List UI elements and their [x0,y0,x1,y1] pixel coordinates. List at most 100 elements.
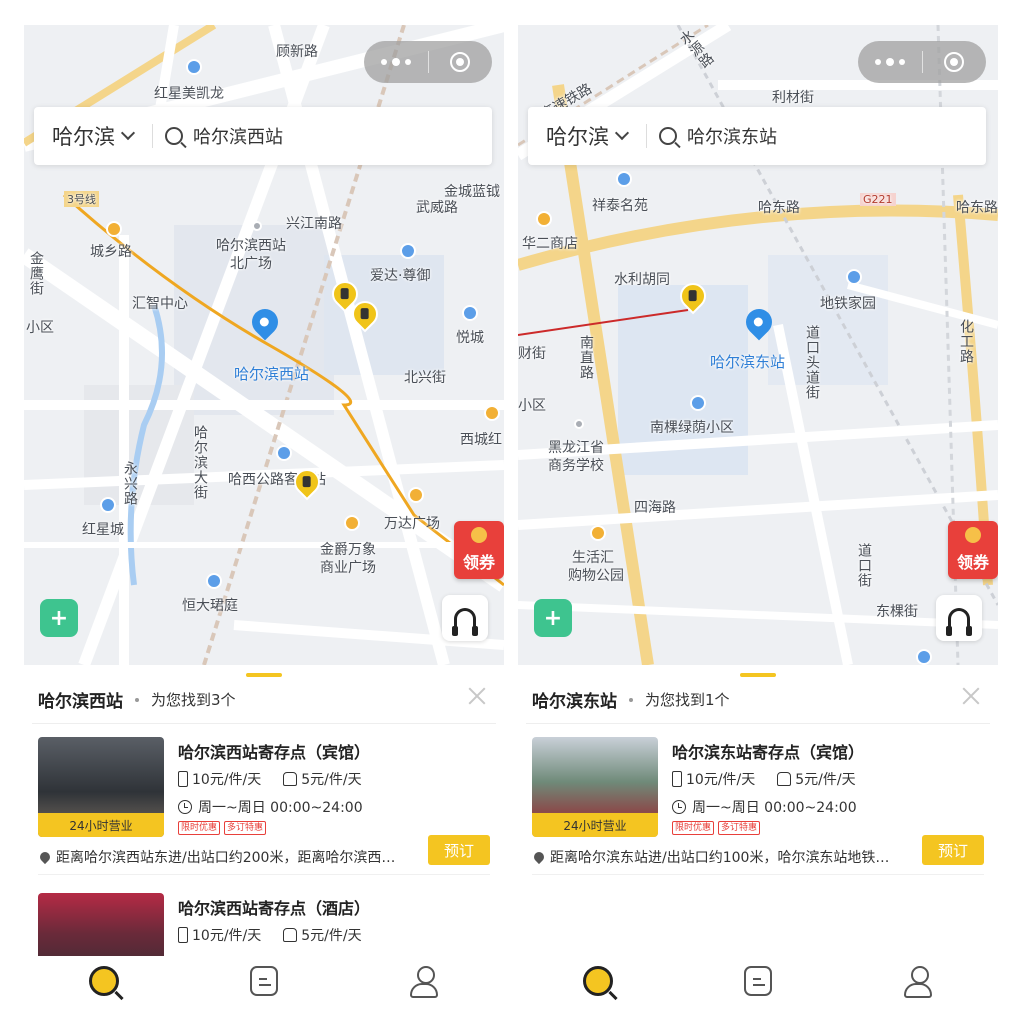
customer-service-button[interactable] [936,595,982,641]
map-label: 哈尔滨大街 [192,425,208,500]
results-sheet: 哈尔滨西站 为您找到3个 24小时营业 哈尔滨西站寄存点（宾馆） 10元/件/天… [24,665,504,956]
map-label: 生活汇 [572,550,614,566]
poi-icon [690,395,706,411]
headset-icon [452,608,478,636]
map-label: 哈尔滨西站 [216,238,286,254]
poi-icon [400,243,416,259]
map-label: 祥泰名苑 [592,198,648,214]
shield-icon: + [49,605,69,631]
map-label: 顾新路 [276,44,318,60]
book-button[interactable]: 预订 [922,835,984,865]
bus-icon [276,445,292,461]
bag-icon [777,772,792,786]
tab-orders[interactable] [184,956,344,1024]
map-label: 北广场 [230,256,272,272]
drag-handle[interactable] [246,673,282,677]
storage-card[interactable]: 24小时营业 哈尔滨西站寄存点（宾馆） 10元/件/天 5元/件/天 周一~周日… [38,725,490,875]
map-label: 小区 [26,320,54,336]
map-label: 南棵绿荫小区 [650,420,734,436]
search-input[interactable]: 哈尔滨东站 [687,123,777,149]
map-view[interactable]: 红星美凯龙 顾新路 哈尔滨西站 北广场 兴江南路 金城蓝钺 城乡路 汇智中心 爱… [24,25,504,665]
luggage-icon [178,927,188,943]
map-label: 哈东路 [956,200,998,216]
map-label: 哈尔滨东站 [710,353,786,371]
promo-badge: 多订特惠 [224,821,267,835]
tab-profile[interactable] [344,956,504,1024]
search-input[interactable]: 哈尔滨西站 [193,123,283,149]
screen-left: 红星美凯龙 顾新路 哈尔滨西站 北广场 兴江南路 金城蓝钺 城乡路 汇智中心 爱… [24,25,504,1024]
map-label: 红星城 [82,522,124,538]
map-label: 商务学校 [548,458,604,474]
shield-icon: + [543,605,563,631]
tab-search[interactable] [518,956,678,1024]
opening-hours: 周一~周日 00:00~24:00 [198,800,363,816]
shop-icon [590,525,606,541]
storage-address: 距离哈尔滨西站东进/出站口约200米，距离哈尔滨西… [56,850,396,866]
close-icon[interactable] [962,687,980,705]
map-label: 爱达·尊御 [370,268,431,284]
bag-icon [283,928,298,942]
safety-shield-button[interactable]: + [40,599,78,637]
clock-icon [672,800,686,814]
close-miniprogram-button[interactable] [429,52,493,72]
map-label: 万达广场 [384,516,440,532]
result-count: 为您找到1个 [645,691,730,709]
more-menu-button[interactable] [858,57,922,66]
search-bar: 哈尔滨 哈尔滨东站 [528,107,986,165]
shop-icon [536,211,552,227]
chevron-down-icon [614,125,630,141]
customer-service-button[interactable] [442,595,488,641]
map-label: 西城红 [460,432,502,448]
metro-icon [186,59,202,75]
city-selector[interactable]: 哈尔滨 [34,121,152,151]
sheet-title: 哈尔滨东站 [532,692,617,712]
map-label: 小区 [518,398,546,414]
headset-icon [946,608,972,636]
map-label: 化工路 [958,319,974,364]
tab-profile[interactable] [838,956,998,1024]
storage-name: 哈尔滨东站寄存点（宾馆） [672,743,865,762]
poi-icon [106,221,122,237]
map-label: 城乡路 [90,244,132,260]
tab-orders[interactable] [678,956,838,1024]
map-view[interactable]: 水源路 利材街 祥泰名苑 哈东路 哈东路 华二商店 水利胡同 地铁家园 哈尔滨东… [518,25,998,665]
drag-handle[interactable] [740,673,776,677]
map-label: 悦城 [456,330,484,346]
bag-icon [283,772,298,786]
map-label: 华二商店 [522,236,578,252]
clock-icon [178,800,192,814]
map-label: 商业广场 [320,560,376,576]
user-icon [410,966,438,998]
target-icon [450,52,471,72]
storage-photo [38,893,164,956]
coupon-button[interactable]: 领券 [948,521,998,579]
more-menu-button[interactable] [364,57,428,66]
location-icon [532,849,547,865]
map-label: 武威路 [416,200,458,216]
tab-bar [518,956,998,1024]
opening-hours: 周一~周日 00:00~24:00 [692,800,857,816]
results-sheet: 哈尔滨东站 为您找到1个 24小时营业 哈尔滨东站寄存点（宾馆） 10元/件/天… [518,665,998,956]
screen-right: 水源路 利材街 祥泰名苑 哈东路 哈东路 华二商店 水利胡同 地铁家园 哈尔滨东… [518,25,998,1024]
user-icon [904,966,932,998]
map-label: 3号线 [64,191,99,207]
storage-card[interactable]: 24小时营业 哈尔滨东站寄存点（宾馆） 10元/件/天 5元/件/天 周一~周日… [532,725,984,875]
storage-name: 哈尔滨西站寄存点（酒店） [178,899,371,918]
storage-card[interactable]: 哈尔滨西站寄存点（酒店） 10元/件/天 5元/件/天 [38,881,490,956]
shop-icon [344,515,360,531]
coupon-button[interactable]: 领券 [454,521,504,579]
tab-search[interactable] [24,956,184,1024]
map-label: 道口街 [856,543,872,588]
safety-shield-button[interactable]: + [534,599,572,637]
city-selector[interactable]: 哈尔滨 [528,121,646,151]
map-label: 道口头道街 [804,325,820,400]
poi-icon [616,171,632,187]
book-button[interactable]: 预订 [428,835,490,865]
map-label: 地铁家园 [820,296,876,312]
map-label: 水利胡同 [614,272,670,288]
close-icon[interactable] [468,687,486,705]
map-label: 金鹰街 [28,251,44,296]
shop-icon [484,405,500,421]
hotel-icon [462,305,478,321]
close-miniprogram-button[interactable] [923,52,987,72]
